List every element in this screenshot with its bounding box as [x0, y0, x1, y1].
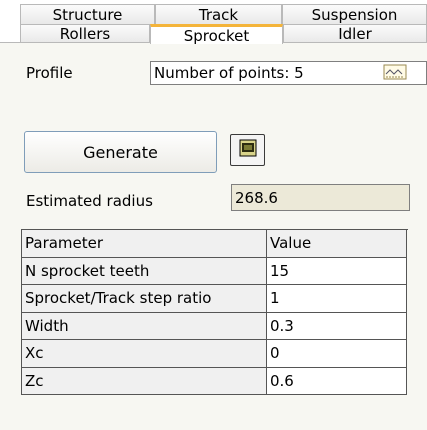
graph-icon	[383, 64, 407, 84]
estimated-radius-value: 268.6	[235, 188, 278, 207]
tab-label: Rollers	[59, 24, 111, 43]
tab-label: Idler	[338, 24, 372, 43]
value-cell[interactable]: 0.6	[267, 367, 407, 395]
generate-button-label: Generate	[83, 142, 158, 162]
parameter-cell: Width	[22, 312, 267, 340]
table-row: Sprocket/Track step ratio 1	[22, 285, 408, 313]
color-swatch-icon	[238, 138, 258, 162]
profile-label: Profile	[26, 64, 73, 82]
tab-label: Suspension	[311, 5, 398, 24]
value-cell[interactable]: 0	[267, 340, 407, 368]
tab-label: Sprocket	[183, 26, 250, 44]
color-picker-button[interactable]	[230, 134, 265, 166]
value-cell[interactable]: 0.3	[267, 312, 407, 340]
parameter-cell: Xc	[22, 340, 267, 368]
table-header-row: Parameter Value	[22, 230, 408, 258]
table-row: Zc 0.6	[22, 367, 408, 395]
value-cell[interactable]: 1	[267, 285, 407, 313]
parameter-table: Parameter Value N sprocket teeth 15 Spro…	[21, 229, 408, 395]
estimated-radius-field: 268.6	[231, 184, 410, 211]
tab-rollers[interactable]: Rollers	[20, 24, 150, 43]
estimated-radius-label: Estimated radius	[26, 192, 153, 210]
value-cell[interactable]: 15	[267, 257, 407, 285]
parameter-cell: Zc	[22, 367, 267, 395]
tab-idler[interactable]: Idler	[283, 24, 427, 43]
profile-value: Number of points: 5	[154, 64, 304, 82]
table-row: Xc 0	[22, 340, 408, 368]
parameter-cell: N sprocket teeth	[22, 257, 267, 285]
parameter-cell: Sprocket/Track step ratio	[22, 285, 267, 313]
tab-structure[interactable]: Structure	[20, 4, 155, 25]
profile-edit-button[interactable]	[380, 64, 410, 83]
table-row: N sprocket teeth 15	[22, 257, 408, 285]
tab-sprocket[interactable]: Sprocket	[150, 24, 283, 44]
tab-label: Structure	[52, 5, 123, 24]
tab-suspension[interactable]: Suspension	[282, 4, 427, 25]
column-header-parameter[interactable]: Parameter	[22, 230, 267, 258]
column-header-value[interactable]: Value	[267, 230, 407, 258]
tab-label: Track	[198, 5, 239, 24]
generate-button[interactable]: Generate	[24, 131, 217, 173]
tab-track[interactable]: Track	[155, 4, 282, 25]
table-row: Width 0.3	[22, 312, 408, 340]
